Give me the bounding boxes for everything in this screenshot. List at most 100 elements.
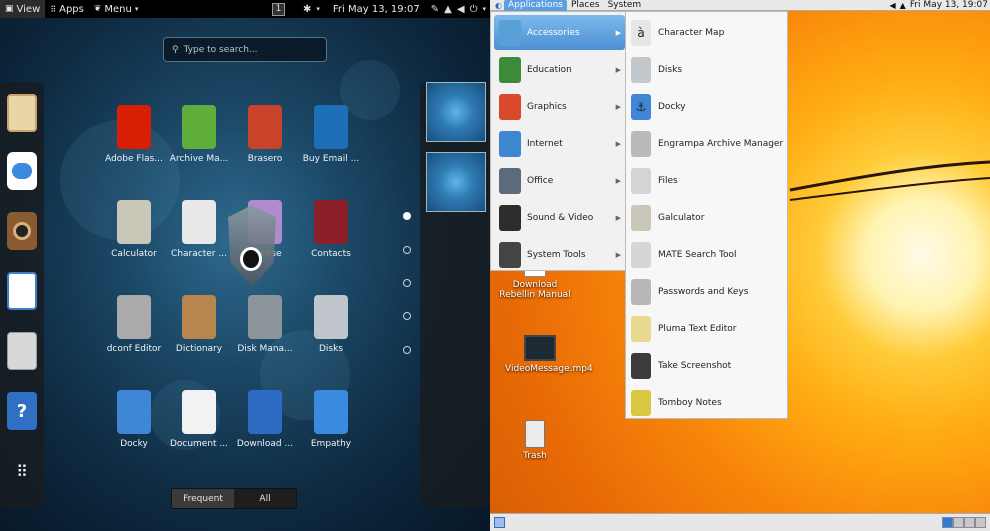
menu-item-mate-search-tool[interactable]: MATE Search Tool [628,237,787,272]
app-label: Buy Email ... [302,154,360,164]
menu-category-graphics[interactable]: Graphics ▶ [494,89,625,124]
app-launcher[interactable]: Contacts [293,200,369,259]
volume-icon[interactable]: ◀ [890,1,896,10]
app-launcher[interactable]: Disks [293,295,369,354]
workspace-thumbnail[interactable] [426,82,486,142]
workspace-switcher-cell[interactable] [975,517,986,528]
search-icon: ⚲ [172,44,179,55]
workspace-switcher-cell[interactable] [942,517,953,528]
page-dot[interactable] [403,346,411,354]
app-launcher[interactable]: Document ... [161,390,237,449]
chevron-right-icon: ▶ [615,102,621,111]
menu-category-office[interactable]: Office ▶ [494,163,625,198]
clock[interactable]: Fri May 13, 19:07 [333,4,420,15]
desktop-icon-trash[interactable]: Trash [510,420,560,461]
menu-item-docky[interactable]: ⚓ Docky [628,89,787,124]
apps-label: Apps [59,3,84,15]
app-icon [182,105,216,149]
empathy-icon[interactable] [7,152,37,190]
volume-icon[interactable]: ◀ [457,4,465,15]
menu-item-passwords-and-keys[interactable]: Passwords and Keys [628,274,787,309]
page-dot[interactable] [403,212,411,220]
menu-category-education[interactable]: Education ▶ [494,52,625,87]
applications-menu[interactable]: Applications [503,0,567,11]
workspace-indicator[interactable]: 1 [272,2,285,16]
clock[interactable]: Fri May 13, 19:07 [910,0,988,10]
app-icon [631,167,651,194]
menu-category-accessories[interactable]: Accessories ▶ [494,15,625,50]
menu-item-label: Files [658,175,678,186]
workspace-thumbnail[interactable] [426,152,486,212]
speaker-icon[interactable] [7,212,37,250]
app-icon [314,200,348,244]
workspace-switcher-cell[interactable] [964,517,975,528]
app-icon [248,295,282,339]
page-dot[interactable] [403,312,411,320]
desktop-icon-video[interactable]: VideoMessage.mp4 [505,335,593,374]
app-launcher[interactable]: Download ... [227,390,303,449]
workspace-switcher-cell[interactable] [953,517,964,528]
pencil-icon[interactable]: ✎ [431,4,439,15]
app-icon [182,390,216,434]
mail-icon[interactable] [7,94,37,132]
menu-category-system-tools[interactable]: System Tools ▶ [494,237,625,272]
app-launcher[interactable]: Brasero [227,105,303,164]
page-dot[interactable] [403,279,411,287]
menu-item-files[interactable]: Files [628,163,787,198]
power-icon[interactable]: ⏻ [470,4,478,15]
app-launcher[interactable]: Disk Mana... [227,295,303,354]
menu-item-engrampa-archive-manager[interactable]: Engrampa Archive Manager [628,126,787,161]
video-thumbnail-icon [524,335,556,361]
gnome-top-bar: ▣ View ⠿ Apps ❦ Menu ▾ 1 ✱ ▾ Fri May 13,… [0,0,490,18]
app-icon [117,200,151,244]
applications-menu-panel: Accessories ▶ Education ▶ Graphics ▶ Internet ▶… [490,11,626,271]
trash-icon [525,420,545,448]
mate-logo-icon: ◐ [495,0,502,10]
app-label: Document ... [169,439,229,449]
menu-item-character-map[interactable]: à Character Map [628,15,787,50]
menu-item-disks[interactable]: Disks [628,52,787,87]
menu-category-sound-video[interactable]: Sound & Video ▶ [494,200,625,235]
page-dot[interactable] [403,246,411,254]
app-icon [182,200,216,244]
search-input[interactable]: ⚲ Type to search... [163,37,327,62]
app-icon [117,295,151,339]
show-apps-icon[interactable]: ⠿ [7,452,37,490]
app-icon [631,278,651,305]
network-icon[interactable]: ▲ [444,4,452,15]
tab-all[interactable]: All [234,489,296,508]
menu-item-label: MATE Search Tool [658,249,737,260]
menu-category-internet[interactable]: Internet ▶ [494,126,625,161]
help-icon[interactable]: ? [7,392,37,430]
dragged-app-icon [222,205,280,300]
view-button[interactable]: ▣ View [0,0,46,18]
show-desktop-icon[interactable] [494,517,505,528]
menu-item-galculator[interactable]: Galculator [628,200,787,235]
app-launcher[interactable]: Empathy [293,390,369,449]
chevron-down-icon: ▾ [134,5,139,13]
network-icon[interactable]: ▲ [900,1,906,10]
menu-item-label: Tomboy Notes [658,397,722,408]
menu-item-take-screenshot[interactable]: Take Screenshot [628,348,787,383]
desktop-icon-label: Trash [523,451,547,461]
app-icon [182,295,216,339]
search-placeholder: Type to search... [183,44,258,55]
document-icon[interactable] [7,272,37,310]
files-icon[interactable] [7,332,37,370]
menu-item-label: Galculator [658,212,705,223]
menu-item-tomboy-notes[interactable]: Tomboy Notes [628,385,787,420]
category-label: Office [527,175,554,186]
apps-button[interactable]: ⠿ Apps [45,0,89,18]
app-launcher[interactable]: Dictionary [161,295,237,354]
places-menu[interactable]: Places [567,0,604,11]
app-launcher[interactable]: Buy Email ... [293,105,369,164]
menu-button[interactable]: ❦ Menu ▾ [89,0,144,18]
tab-frequent[interactable]: Frequent [172,489,234,508]
app-icon [314,390,348,434]
category-icon [499,19,521,46]
chevron-right-icon: ▶ [615,65,621,74]
menu-item-pluma-text-editor[interactable]: Pluma Text Editor [628,311,787,346]
bluetooth-icon[interactable]: ✱ [303,4,311,15]
app-launcher[interactable]: Archive Ma... [161,105,237,164]
system-menu[interactable]: System [604,0,646,11]
